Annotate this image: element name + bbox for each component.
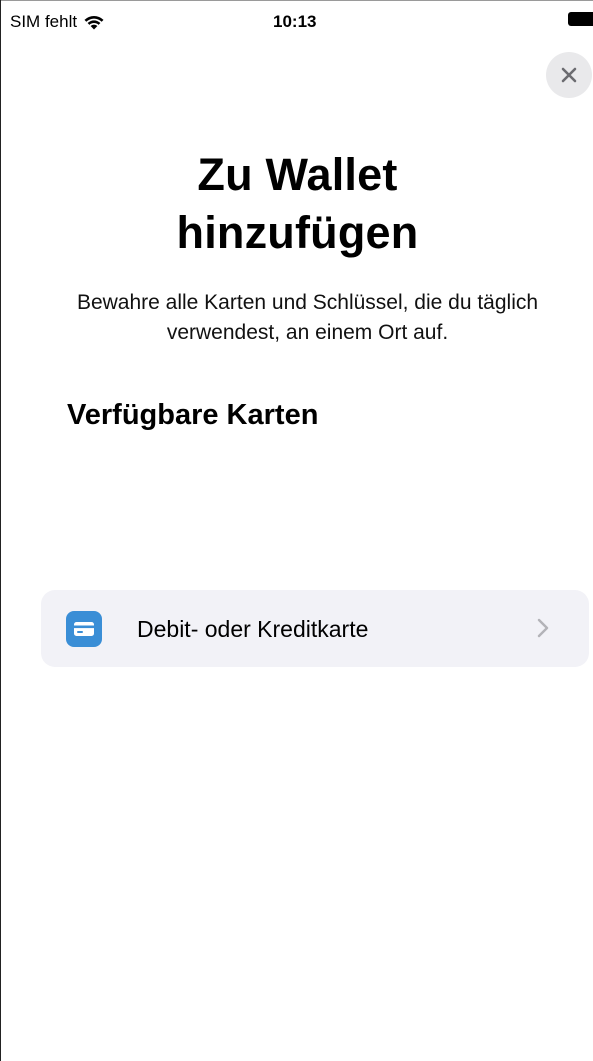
section-heading: Verfügbare Karten — [67, 399, 319, 431]
carrier-status: SIM fehlt — [10, 12, 105, 32]
wallet-add-screen: SIM fehlt 10:13 Zu Wallet hinzufügen Bew… — [0, 0, 593, 1061]
chevron-right-icon — [537, 618, 549, 638]
page-subtitle: Bewahre alle Karten und Schlüssel, die d… — [76, 291, 539, 344]
page-title-line-1: Zu Wallet — [197, 149, 398, 200]
carrier-label: SIM fehlt — [10, 12, 78, 31]
page-title: Zu Wallet hinzufügen — [1, 146, 593, 262]
status-time: 10:13 — [273, 12, 317, 31]
credit-card-icon — [66, 611, 102, 647]
status-bar: SIM fehlt 10:13 — [1, 0, 593, 36]
wifi-icon — [84, 16, 104, 30]
battery-icon — [568, 12, 593, 26]
list-item-label: Debit- oder Kreditkarte — [137, 616, 369, 642]
list-item-debit-credit-card[interactable]: Debit- oder Kreditkarte — [41, 590, 589, 667]
close-icon — [561, 67, 577, 83]
close-button[interactable] — [546, 52, 592, 98]
page-title-line-2: hinzufügen — [176, 207, 419, 258]
